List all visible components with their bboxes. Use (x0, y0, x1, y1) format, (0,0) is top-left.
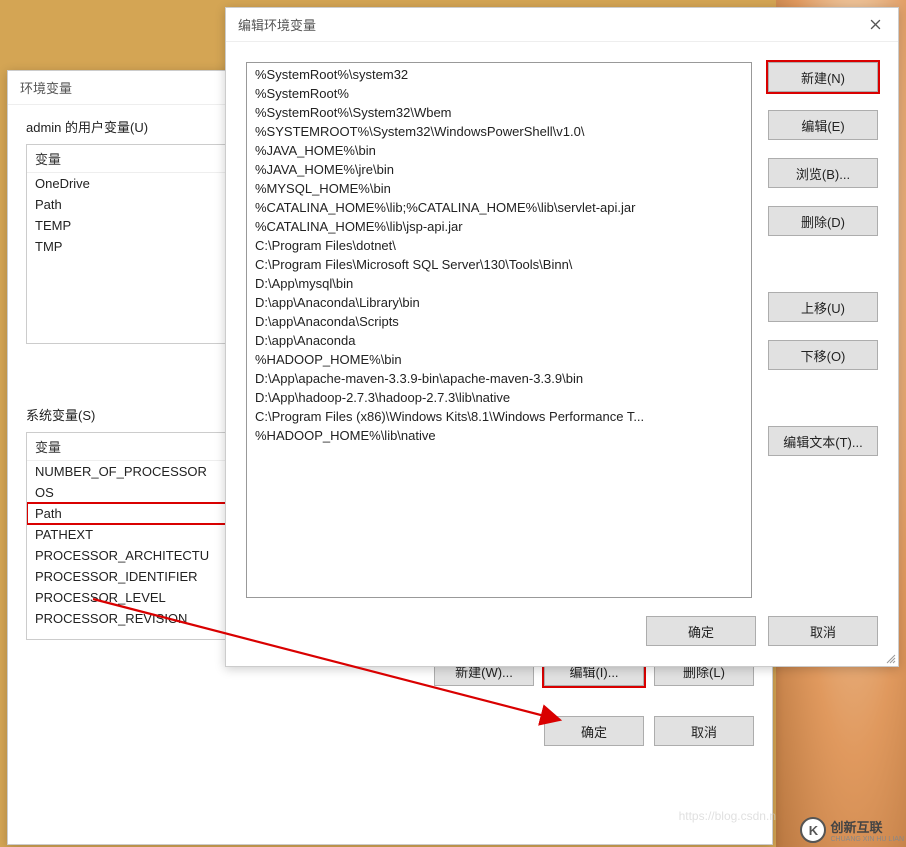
move-down-button[interactable]: 下移(O) (768, 340, 878, 370)
path-item[interactable]: %SYSTEMROOT%\System32\WindowsPowerShell\… (249, 122, 749, 141)
browse-button[interactable]: 浏览(B)... (768, 158, 878, 188)
column-variable: 变量 (35, 149, 255, 168)
edit-button[interactable]: 编辑(E) (768, 110, 878, 140)
move-up-button[interactable]: 上移(U) (768, 292, 878, 322)
watermark: K 创新互联 CHUANG XIN HU LIAN (800, 817, 904, 843)
path-item[interactable]: %SystemRoot%\system32 (249, 65, 749, 84)
close-icon[interactable] (852, 8, 898, 42)
cancel-button[interactable]: 取消 (768, 616, 878, 646)
path-item[interactable]: %SystemRoot% (249, 84, 749, 103)
path-item[interactable]: %HADOOP_HOME%\bin (249, 350, 749, 369)
path-item[interactable]: D:\app\Anaconda\Scripts (249, 312, 749, 331)
path-item[interactable]: D:\App\hadoop-2.7.3\hadoop-2.7.3\lib\nat… (249, 388, 749, 407)
delete-button[interactable]: 删除(D) (768, 206, 878, 236)
path-item[interactable]: D:\App\apache-maven-3.3.9-bin\apache-mav… (249, 369, 749, 388)
path-item[interactable]: %CATALINA_HOME%\lib\jsp-api.jar (249, 217, 749, 236)
watermark-logo-icon: K (800, 817, 826, 843)
column-variable: 变量 (35, 437, 255, 456)
dialog-title: 编辑环境变量 (238, 15, 852, 34)
path-item[interactable]: %CATALINA_HOME%\lib;%CATALINA_HOME%\lib\… (249, 198, 749, 217)
new-button[interactable]: 新建(N) (768, 62, 878, 92)
path-item[interactable]: C:\Program Files\dotnet\ (249, 236, 749, 255)
path-item[interactable]: %MYSQL_HOME%\bin (249, 179, 749, 198)
dialog-titlebar[interactable]: 编辑环境变量 (226, 8, 898, 42)
watermark-subtext: CHUANG XIN HU LIAN (830, 836, 904, 843)
path-item[interactable]: C:\Program Files\Microsoft SQL Server\13… (249, 255, 749, 274)
path-item[interactable]: %SystemRoot%\System32\Wbem (249, 103, 749, 122)
edit-environment-variable-dialog: 编辑环境变量 %SystemRoot%\system32%SystemRoot%… (225, 7, 899, 667)
path-item[interactable]: %HADOOP_HOME%\lib\native (249, 426, 749, 445)
path-item[interactable]: %JAVA_HOME%\jre\bin (249, 160, 749, 179)
path-item[interactable]: D:\app\Anaconda (249, 331, 749, 350)
path-entries-list[interactable]: %SystemRoot%\system32%SystemRoot%%System… (246, 62, 752, 598)
path-item[interactable]: D:\app\Anaconda\Library\bin (249, 293, 749, 312)
path-item[interactable]: D:\App\mysql\bin (249, 274, 749, 293)
path-item[interactable]: C:\Program Files (x86)\Windows Kits\8.1\… (249, 407, 749, 426)
ok-button[interactable]: 确定 (544, 716, 644, 746)
path-item[interactable]: %JAVA_HOME%\bin (249, 141, 749, 160)
resize-grip-icon[interactable] (884, 652, 896, 664)
watermark-text: 创新互联 (830, 817, 904, 836)
edit-text-button[interactable]: 编辑文本(T)... (768, 426, 878, 456)
cancel-button[interactable]: 取消 (654, 716, 754, 746)
ok-button[interactable]: 确定 (646, 616, 756, 646)
watermark-url: https://blog.csdn.n (679, 809, 776, 823)
